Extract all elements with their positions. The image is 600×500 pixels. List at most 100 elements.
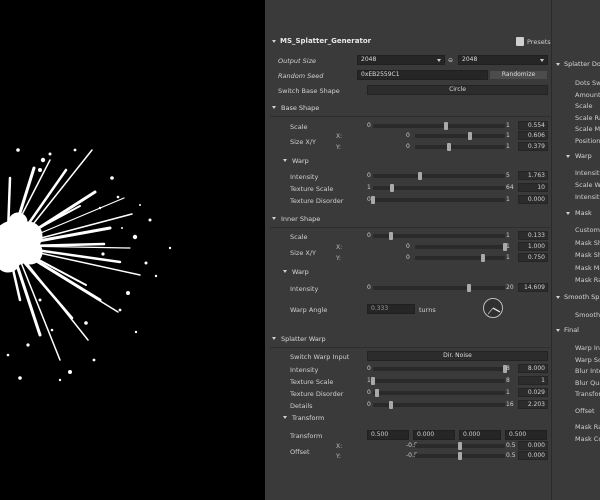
slider-thumb[interactable] [444, 122, 449, 130]
slider-value-field[interactable]: 0.000 [518, 195, 548, 204]
slider-thumb[interactable] [467, 284, 472, 292]
warp-angle-dial[interactable] [482, 297, 504, 319]
slider-thumb[interactable] [447, 143, 452, 151]
output-height-dropdown[interactable]: 2048 [458, 55, 548, 65]
transform-collapse-icon[interactable] [283, 416, 287, 419]
transform-matrix-field[interactable]: 0.000 [413, 430, 455, 440]
inner-shape-collapse-icon[interactable] [272, 217, 276, 220]
warp-angle-field[interactable]: 0.333 [367, 304, 415, 314]
slider-value-field[interactable]: 0.000 [518, 441, 548, 450]
slider-max-value: 1 [506, 143, 510, 150]
slider-thumb[interactable] [389, 184, 394, 192]
presets-icon[interactable] [516, 37, 524, 46]
side-param-label: Custom M [575, 226, 600, 234]
transform-matrix-field[interactable]: 0.000 [459, 430, 501, 440]
side-param-label: Warp Int [575, 344, 600, 352]
side-warp-collapse-icon[interactable] [566, 155, 570, 158]
slider-value-field[interactable]: 2.203 [518, 400, 548, 409]
slider-thumb[interactable] [371, 196, 375, 204]
transform-label: Transform [290, 432, 323, 440]
slider-max-value: 1 [506, 132, 510, 139]
slider-max-value: 5 [506, 172, 510, 179]
presets-button[interactable]: Presets [527, 38, 551, 46]
smooth-splatter-collapse-icon[interactable] [556, 296, 560, 299]
render-viewport[interactable] [0, 0, 265, 500]
slider-max-value: 64 [506, 184, 514, 191]
side-param-label: Mask Sha [575, 238, 600, 247]
slider-min-value: 0 [406, 132, 410, 139]
base-shape-collapse-icon[interactable] [272, 106, 276, 109]
slider-max-value: 1 [506, 122, 510, 129]
collapse-arrow-icon[interactable] [272, 40, 276, 43]
slider-track [415, 243, 507, 251]
link-icon[interactable]: ⊖ [448, 57, 453, 64]
splatter-preview-image [0, 0, 265, 500]
inner-size-x-axis-label: X: [336, 244, 343, 251]
final-title: Final [564, 326, 579, 334]
slider-max-value: 1 [506, 196, 510, 203]
slider-thumb[interactable] [374, 389, 379, 397]
side-param-label: Offset [575, 407, 595, 415]
splatter-dots-collapse-icon[interactable] [556, 63, 560, 66]
transform-matrix-field[interactable]: 0.500 [505, 430, 547, 440]
base-size-xy-label: Size X/Y [290, 138, 317, 146]
slider-thumb[interactable] [388, 232, 393, 240]
inner-warp-section-title: Warp [292, 268, 309, 276]
slider-max-value: 0.5 [506, 452, 516, 459]
slider-value-field[interactable]: 8.000 [518, 364, 548, 373]
slider-value-field[interactable]: 0.000 [518, 451, 548, 460]
transform-matrix-field[interactable]: 0.500 [367, 430, 409, 440]
slider-value-field[interactable]: 0.133 [518, 231, 548, 240]
slider-min-value: 0 [367, 389, 371, 396]
splatter-warp-collapse-icon[interactable] [272, 337, 276, 340]
slider-value-field[interactable]: 0.029 [518, 388, 548, 397]
offset-label: Offset [290, 448, 310, 456]
inner-size-y-axis-label: Y: [336, 255, 341, 262]
slider-value-field[interactable]: 0.606 [518, 131, 548, 140]
slider-value-field[interactable]: 1.000 [518, 242, 548, 251]
slider-thumb[interactable] [458, 442, 462, 450]
slider-thumb[interactable] [389, 401, 394, 409]
slider-min-value: 0 [367, 365, 371, 372]
slider-track [373, 284, 505, 292]
randomize-button[interactable]: Randomize [489, 70, 548, 80]
side-param-label: Position R [575, 136, 600, 145]
transform-section-title: Transform [292, 414, 325, 422]
properties-panel: MS_Splatter_Generator Presets Output Siz… [265, 0, 600, 500]
slider-value-field[interactable]: 0.379 [518, 142, 548, 151]
side-param-label: Mask Ran [575, 276, 600, 284]
side-param-label: Transform [575, 390, 600, 398]
slider-thumb[interactable] [417, 172, 422, 180]
slider-value-field[interactable]: 0.554 [518, 121, 548, 130]
slider-value-field[interactable]: 0.750 [518, 253, 548, 262]
side-mask-collapse-icon[interactable] [566, 212, 570, 215]
slider-track [415, 452, 505, 460]
slider-value-field[interactable]: 10 [518, 183, 548, 192]
slider-min-value: 0 [367, 172, 371, 179]
slider-value-field[interactable]: 14.609 [518, 283, 548, 292]
final-collapse-icon[interactable] [556, 329, 560, 332]
random-seed-label: Random Seed [278, 72, 324, 80]
slider-value-field[interactable]: 1 [518, 376, 548, 385]
slider-max-value: 1 [506, 232, 510, 239]
slider-min-value: 1 [367, 184, 371, 191]
switch-base-shape-button[interactable]: Circle [367, 85, 548, 95]
side-param-label: Mask Sha [575, 251, 600, 259]
switch-warp-input-button[interactable]: Dir. Noise [367, 351, 548, 361]
sw-texture-disorder-label: Texture Disorder [290, 390, 344, 398]
slider-thumb[interactable] [371, 377, 375, 385]
slider-thumb[interactable] [467, 132, 472, 140]
slider-track [373, 122, 505, 130]
slider-track [415, 442, 505, 450]
slider-thumb[interactable] [480, 254, 485, 262]
base-warp-collapse-icon[interactable] [283, 159, 287, 162]
side-param-label: Intensity [575, 193, 600, 201]
base-size-y-axis-label: Y: [336, 144, 341, 151]
output-width-dropdown[interactable]: 2048 [357, 55, 445, 65]
random-seed-field[interactable]: 0xEB2559C1 [357, 70, 488, 80]
slider-value-field[interactable]: 1.763 [518, 171, 548, 180]
switch-base-shape-label: Switch Base Shape [278, 87, 340, 95]
slider-thumb[interactable] [458, 452, 462, 460]
inner-warp-collapse-icon[interactable] [283, 270, 287, 273]
side-param-label: Scale [575, 102, 593, 110]
